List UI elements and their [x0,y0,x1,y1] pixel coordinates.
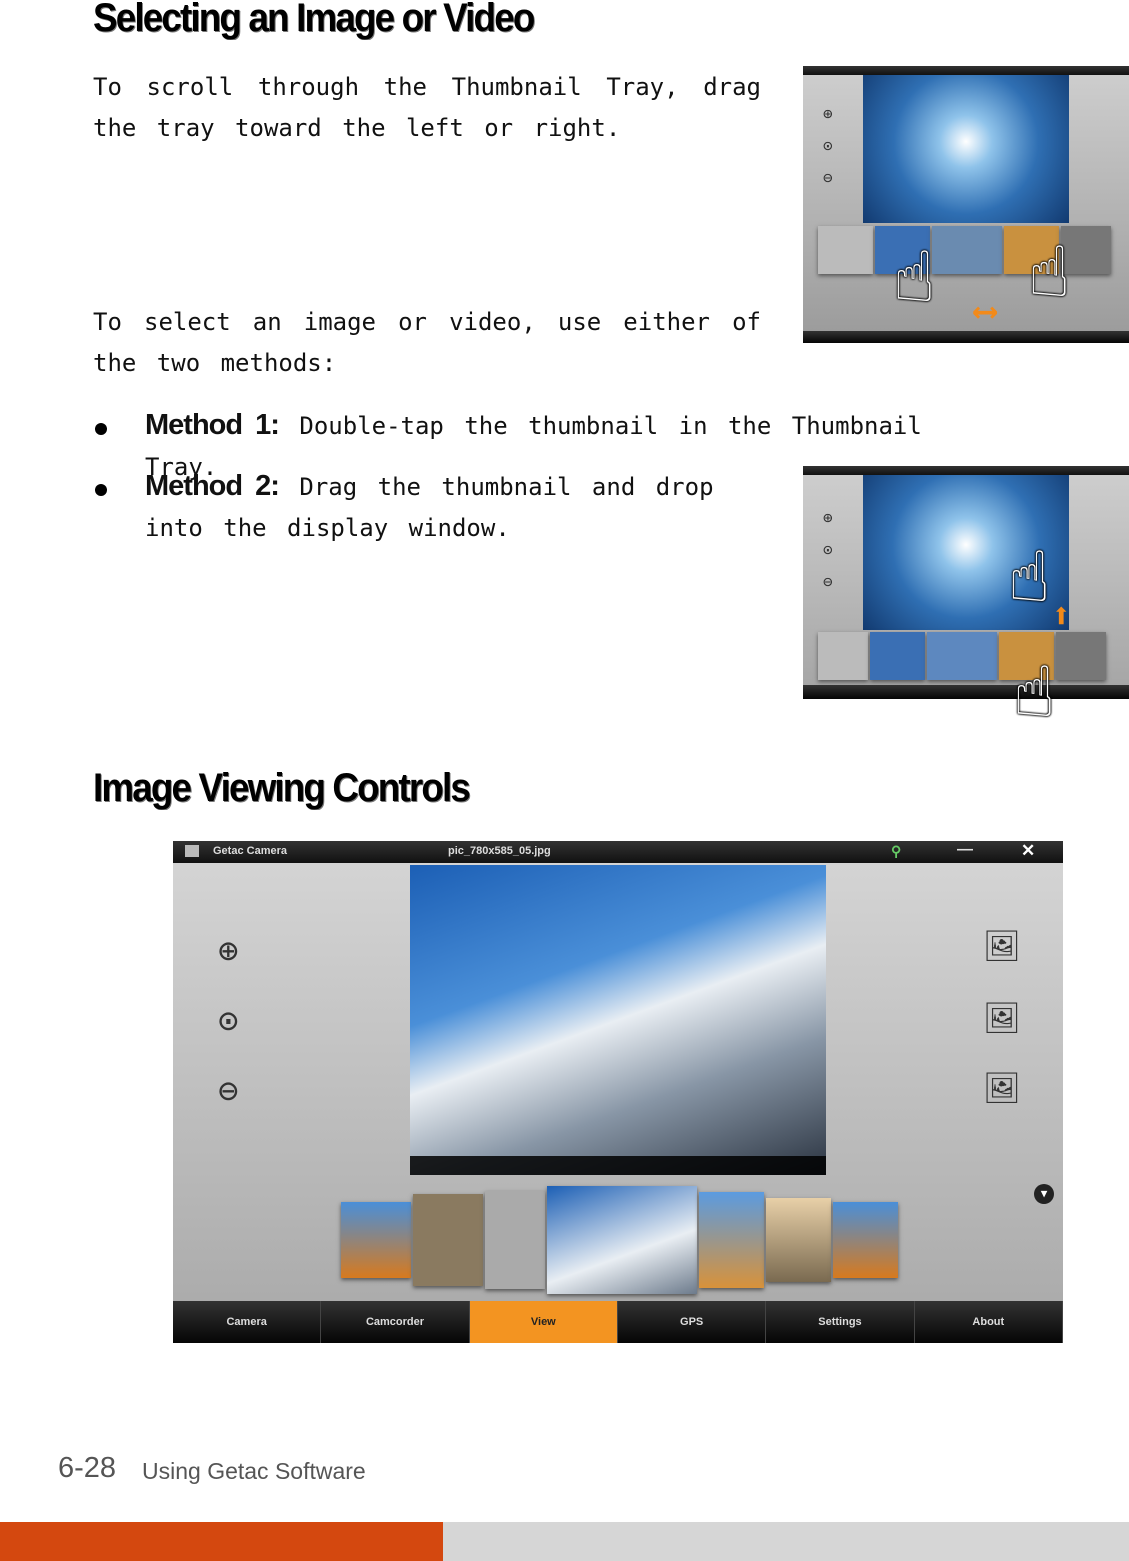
section-heading-viewing-controls: Image Viewing Controls [93,766,471,810]
bullet-icon [95,484,107,496]
file-name: pic_780x585_05.jpg [448,845,551,857]
nav-settings[interactable]: Settings [766,1301,915,1343]
image-info-icon[interactable]: 🖼 [983,1001,1021,1036]
method-2: Method 2: Drag the thumbnail and drop in… [145,466,745,549]
rotate-left-icon[interactable]: 🖼 [983,1071,1021,1106]
nav-gps[interactable]: GPS [618,1301,767,1343]
hand-cursor-icon: ☝ [1028,231,1071,313]
app-title-bar [803,66,1129,75]
app-icon [185,845,199,857]
photo-display [410,865,826,1175]
zoom-in-icon[interactable]: ⊕ [218,931,238,971]
minimize-button[interactable]: — [957,841,973,859]
app-nav-bar [803,685,1129,699]
paragraph-scroll: To scroll through the Thumbnail Tray, dr… [93,73,761,142]
hand-cursor-icon: ☝ [893,236,936,318]
photo-display [863,75,1069,223]
method-1-label: Method 1: [145,409,280,441]
hand-cursor-icon: ☝ [1013,651,1056,733]
up-arrow-icon: ⬆ [1051,596,1072,636]
zoom-in-icon: ⊕ [823,104,833,123]
page-number: 6-28 [58,1452,117,1484]
getac-camera-view-screenshot: Getac Camera pic_780x585_05.jpg ⚲ — ✕ ⊕ … [173,841,1063,1343]
gps-status-icon: ⚲ [891,843,902,859]
nav-camera[interactable]: Camera [173,1301,322,1343]
photo-info-strip [410,1156,826,1175]
hand-cursor-icon: ☝ [1008,536,1051,618]
paragraph-select: To select an image or video, use either … [93,308,761,377]
zoom-out-icon[interactable]: ⊖ [218,1071,238,1111]
nav-about[interactable]: About [915,1301,1063,1343]
app-nav-bar: Camera Camcorder View GPS Settings About [173,1301,1063,1343]
section-heading-selecting: Selecting an Image or Video [93,0,535,40]
app-title-bar: Getac Camera pic_780x585_05.jpg ⚲ — ✕ [173,841,1063,863]
left-right-arrow-icon: ⟷ [975,291,996,331]
thumbnail-tray[interactable] [341,1186,898,1294]
zoom-fit-icon: ⊙ [823,540,833,559]
footer-gray-bar [443,1522,1129,1561]
app-title: Getac Camera [213,845,287,857]
tray-toggle-button[interactable]: ▼ [1034,1184,1054,1204]
screenshot-drag-drop: ⊕ ⊙ ⊖ ☝ ☝ ⬆ [803,466,1129,751]
app-title-bar [803,466,1129,475]
zoom-in-icon: ⊕ [823,508,833,527]
nav-camcorder[interactable]: Camcorder [321,1301,470,1343]
zoom-out-icon: ⊖ [823,572,833,591]
screenshot-scroll-tray: ⊕ ⊙ ⊖ ☝ ☝ ⟷ [803,66,1129,343]
zoom-fit-icon[interactable]: ⊙ [218,1001,238,1041]
close-button[interactable]: ✕ [1021,841,1035,861]
zoom-out-icon: ⊖ [823,168,833,187]
footer-accent-bar [0,1522,443,1561]
thumbnail-tray[interactable] [818,632,1106,680]
rotate-right-icon[interactable]: 🖼 [983,929,1021,964]
zoom-fit-icon: ⊙ [823,136,833,155]
footer-title: Using Getac Software [142,1458,366,1484]
bullet-icon [95,423,107,435]
method-2-label: Method 2: [145,470,280,502]
app-nav-bar [803,331,1129,343]
nav-view[interactable]: View [469,1301,618,1343]
